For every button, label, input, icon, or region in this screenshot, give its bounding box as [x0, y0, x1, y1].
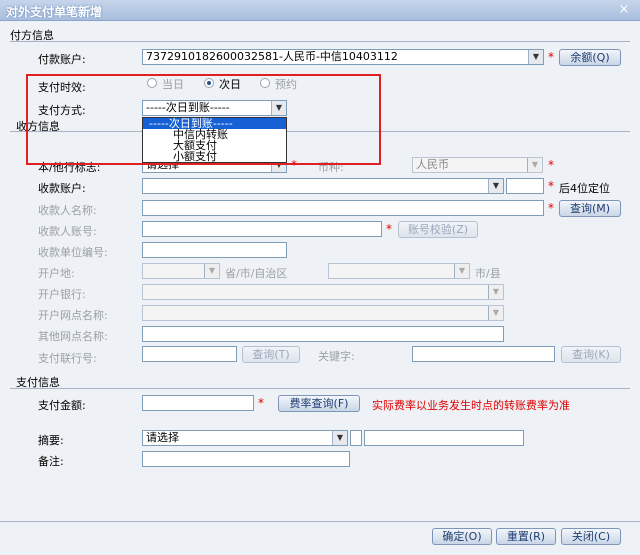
- city-suffix: 市/县: [475, 267, 501, 280]
- location-label: 开户地:: [38, 267, 75, 280]
- other-branch-input[interactable]: [142, 326, 504, 342]
- chevron-down-icon: ▼: [204, 264, 219, 278]
- branch-select[interactable]: ▼: [142, 305, 504, 321]
- payer-divider: [10, 41, 630, 42]
- other-branch-label: 其他网点名称:: [38, 330, 108, 343]
- payer-account-select[interactable]: 7372910182600032581-人民币-中信10403112 ▼: [142, 49, 544, 65]
- rate-query-button[interactable]: 费率查询(F): [278, 395, 360, 412]
- clearing-query-button[interactable]: 查询(T): [242, 346, 300, 363]
- required-mark: *: [548, 158, 554, 172]
- chevron-down-icon: ▼: [528, 50, 543, 64]
- note-label: 备注:: [38, 455, 64, 468]
- payee-name-label: 收款人名称:: [38, 204, 97, 217]
- required-mark: *: [258, 396, 264, 410]
- payee-id-label: 收款人账号:: [38, 225, 97, 238]
- keyword-query-button[interactable]: 查询(K): [561, 346, 621, 363]
- summary-label: 摘要:: [38, 434, 64, 447]
- payment-window: 对外支付单笔新增 × 付方信息 付款账户: 737291018260003258…: [0, 0, 640, 555]
- close-button[interactable]: 关闭(C): [561, 528, 621, 545]
- payer-account-value: 7372910182600032581-人民币-中信10403112: [146, 50, 398, 63]
- payee-name-input[interactable]: [142, 200, 544, 216]
- payee-account-label: 收款账户:: [38, 182, 86, 195]
- amount-label: 支付金额:: [38, 399, 86, 412]
- summary-select[interactable]: 请选择 ▼: [142, 430, 348, 446]
- chevron-down-icon: ▼: [527, 158, 542, 172]
- payee-id-input[interactable]: [142, 221, 382, 237]
- required-mark: *: [548, 179, 554, 193]
- keyword-label: 关键字:: [318, 350, 355, 363]
- currency-value: 人民币: [416, 158, 449, 171]
- keyword-input[interactable]: [412, 346, 555, 362]
- branch-label: 开户网点名称:: [38, 309, 108, 322]
- confirm-button[interactable]: 确定(O): [432, 528, 492, 545]
- rate-hint: 实际费率以业务发生时点的转账费率为准: [372, 399, 570, 412]
- chevron-down-icon: ▼: [454, 264, 469, 278]
- clearing-label: 支付联行号:: [38, 352, 97, 365]
- city-select[interactable]: ▼: [328, 263, 470, 279]
- payee-account-select[interactable]: ▼: [142, 178, 504, 194]
- amount-input[interactable]: [142, 395, 254, 411]
- payer-account-label: 付款账户:: [38, 53, 86, 66]
- window-title: 对外支付单笔新增: [6, 5, 103, 19]
- chevron-down-icon: ▼: [488, 285, 503, 299]
- chevron-down-icon: ▼: [488, 179, 503, 193]
- required-mark: *: [548, 50, 554, 64]
- province-suffix: 省/市/自治区: [225, 267, 288, 280]
- clearing-input[interactable]: [142, 346, 237, 362]
- required-mark: *: [548, 201, 554, 215]
- summary-value: 请选择: [146, 431, 179, 444]
- title-bar: 对外支付单笔新增 ×: [0, 0, 640, 21]
- open-bank-select[interactable]: ▼: [142, 284, 504, 300]
- chevron-down-icon: ▼: [488, 306, 503, 320]
- last4-label: 后4位定位: [559, 182, 610, 195]
- payment-divider: [10, 388, 630, 389]
- reset-button[interactable]: 重置(R): [496, 528, 556, 545]
- summary-text-input[interactable]: [364, 430, 524, 446]
- balance-button[interactable]: 余额(Q): [559, 49, 621, 66]
- last4-input[interactable]: [506, 178, 544, 194]
- unit-code-input[interactable]: [142, 242, 287, 258]
- footer-divider: [0, 521, 640, 522]
- close-window-icon[interactable]: ×: [616, 2, 632, 18]
- chevron-down-icon: ▼: [332, 431, 347, 445]
- open-bank-label: 开户银行:: [38, 288, 86, 301]
- currency-select[interactable]: 人民币 ▼: [412, 157, 543, 173]
- unit-code-label: 收款单位编号:: [38, 246, 108, 259]
- province-select[interactable]: ▼: [142, 263, 220, 279]
- note-input[interactable]: [142, 451, 350, 467]
- highlight-annotation-box: [26, 74, 381, 165]
- summary-code-input[interactable]: [350, 430, 362, 446]
- required-mark: *: [386, 222, 392, 236]
- verify-account-button[interactable]: 账号校验(Z): [398, 221, 478, 238]
- payee-query-button[interactable]: 查询(M): [559, 200, 621, 217]
